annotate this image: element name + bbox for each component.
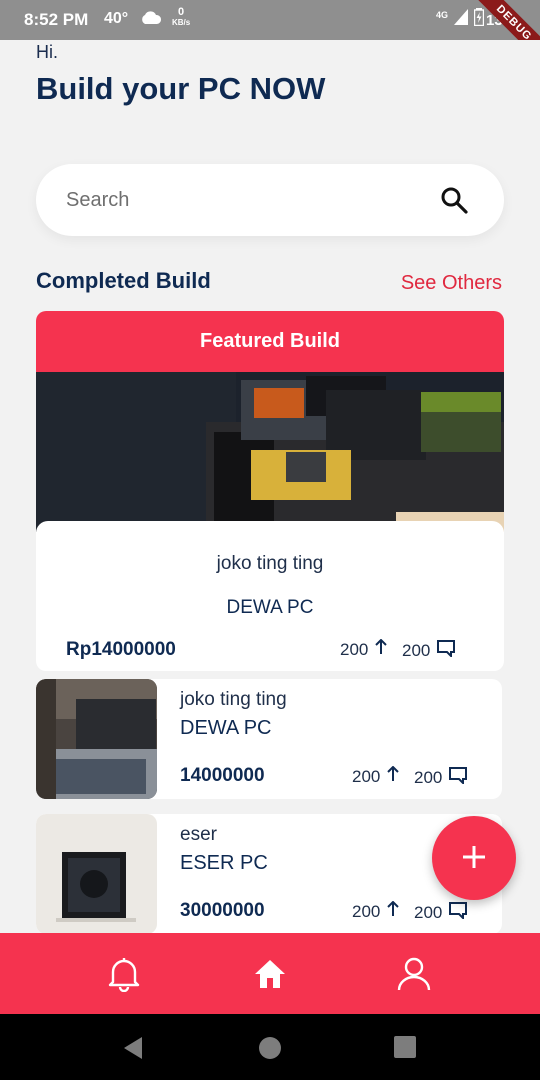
- nav-profile[interactable]: [392, 953, 436, 997]
- comment-count: 200: [402, 640, 431, 660]
- build-price: 14000000: [180, 765, 265, 786]
- builder-name: joko ting ting: [180, 689, 287, 710]
- featured-build-image: [36, 372, 504, 532]
- build-price: 30000000: [180, 900, 265, 921]
- home-circle-icon[interactable]: [258, 1036, 282, 1065]
- arrow-up-icon[interactable]: [374, 638, 388, 660]
- nav-home[interactable]: [248, 953, 292, 997]
- comment-count: 200: [414, 767, 443, 787]
- build-name: DEWA PC: [180, 717, 272, 739]
- featured-build-name: DEWA PC: [226, 597, 314, 618]
- featured-upvotes[interactable]: 200: [340, 638, 388, 660]
- upvote-count: 200: [352, 901, 381, 921]
- comment-icon[interactable]: [448, 766, 468, 789]
- upvote-count: 200: [352, 766, 381, 786]
- signal-icon: [454, 9, 469, 30]
- comment-count: 200: [414, 902, 443, 922]
- plus-icon: [461, 844, 487, 873]
- build-list-item[interactable]: joko ting ting DEWA PC 14000000 200 200: [36, 679, 502, 799]
- build-comments[interactable]: 200: [414, 901, 468, 924]
- status-time: 8:52 PM: [24, 10, 89, 29]
- search-input[interactable]: [66, 186, 426, 214]
- bottom-navigation: [0, 933, 540, 1014]
- build-thumbnail: [36, 814, 157, 934]
- build-upvotes[interactable]: 200: [352, 765, 400, 787]
- arrow-up-icon[interactable]: [386, 900, 400, 922]
- bell-icon: [107, 956, 141, 995]
- upvote-count: 200: [340, 639, 369, 659]
- featured-builder-name: joko ting ting: [216, 553, 324, 574]
- build-thumbnail: [36, 679, 157, 799]
- cloud-icon: [140, 11, 162, 30]
- build-comments[interactable]: 200: [414, 766, 468, 789]
- back-icon[interactable]: [122, 1036, 144, 1065]
- search-icon[interactable]: [440, 186, 468, 219]
- add-build-button[interactable]: [432, 816, 516, 900]
- home-icon: [253, 958, 287, 993]
- recents-icon[interactable]: [394, 1036, 416, 1063]
- status-temperature: 40°: [104, 10, 129, 27]
- search-bar[interactable]: [36, 164, 504, 236]
- status-right-icons: 4G: [436, 8, 485, 31]
- person-icon: [396, 956, 432, 995]
- comment-icon[interactable]: [436, 639, 456, 662]
- network-type: 4G: [436, 9, 449, 20]
- comment-icon[interactable]: [448, 901, 468, 924]
- section-title: Completed Build: [36, 268, 211, 293]
- featured-build-details: joko ting ting DEWA PC Rp14000000 200 20…: [36, 521, 504, 671]
- net-speed: 0 KB/s: [172, 7, 190, 28]
- featured-price: Rp14000000: [66, 639, 176, 660]
- featured-comments[interactable]: 200: [402, 639, 456, 662]
- greeting: Hi.: [36, 42, 58, 62]
- arrow-up-icon[interactable]: [386, 765, 400, 787]
- system-navigation-bar: [0, 1014, 540, 1080]
- featured-build-card[interactable]: Featured Build joko ting ting DEWA PC Rp…: [36, 311, 504, 671]
- net-speed-value: 0: [178, 6, 185, 18]
- build-upvotes[interactable]: 200: [352, 900, 400, 922]
- featured-build-label: Featured Build: [36, 311, 504, 372]
- builder-name: eser: [180, 824, 217, 845]
- build-name: ESER PC: [180, 852, 268, 874]
- nav-notifications[interactable]: [102, 953, 146, 997]
- build-list-item[interactable]: eser ESER PC 30000000 200 200: [36, 814, 502, 934]
- net-speed-unit: KB/s: [172, 18, 191, 27]
- page-title: Build your PC NOW: [36, 71, 326, 106]
- battery-charging-icon: [473, 8, 485, 31]
- see-others-link[interactable]: See Others: [401, 272, 502, 295]
- status-bar: 8:52 PM 40° 0 KB/s 4G 13% DEBUG: [0, 0, 540, 40]
